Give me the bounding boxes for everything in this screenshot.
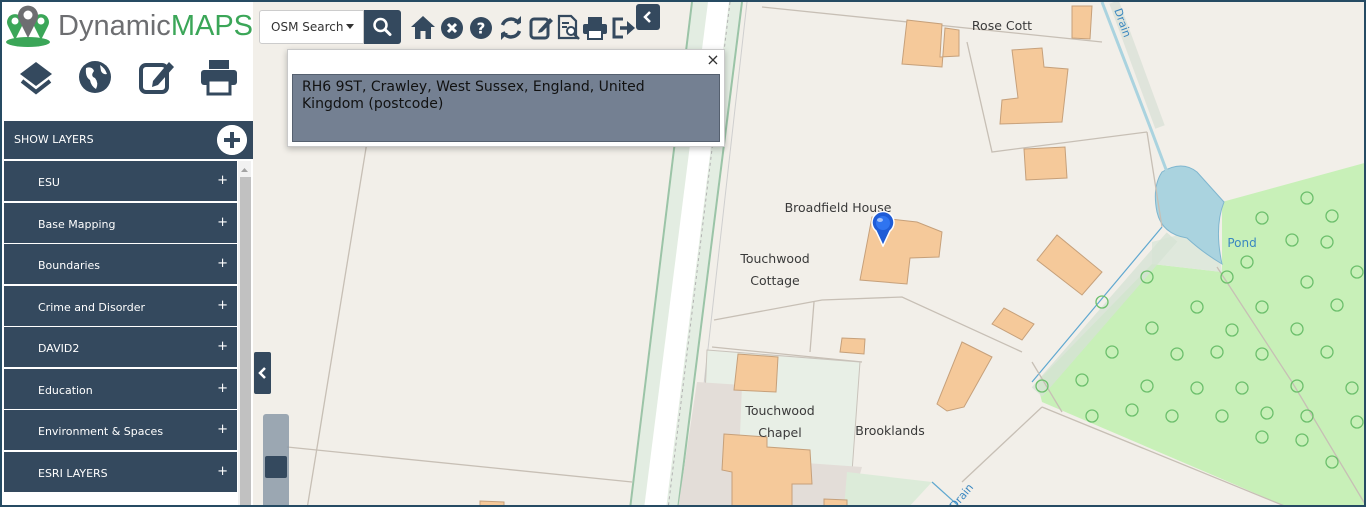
layer-label: ESU bbox=[38, 176, 60, 189]
logo-text-maps: MAPS bbox=[170, 9, 253, 42]
svg-text:?: ? bbox=[477, 20, 486, 38]
logo-text-dynamic: Dynamic bbox=[58, 9, 171, 42]
add-layer-icon[interactable] bbox=[217, 125, 247, 155]
print-icon[interactable] bbox=[582, 13, 608, 41]
collapse-sidebar-button[interactable] bbox=[254, 352, 271, 394]
refresh-icon[interactable] bbox=[498, 13, 524, 41]
map-label-rose-cott: Rose Cott bbox=[971, 18, 1033, 33]
edit-icon[interactable] bbox=[528, 13, 554, 41]
expand-icon[interactable]: + bbox=[217, 173, 228, 188]
layer-item-crime-and-disorder[interactable]: Crime and Disorder + bbox=[4, 285, 237, 326]
zoom-slider-handle[interactable] bbox=[265, 456, 287, 478]
clear-icon[interactable] bbox=[439, 13, 465, 41]
sidebar-toolbar bbox=[2, 56, 253, 108]
expand-icon[interactable]: + bbox=[217, 381, 228, 396]
layer-item-esri-layers[interactable]: ESRI LAYERS + bbox=[4, 451, 237, 492]
map-label-touchwood-chapel: Touchwood Chapel bbox=[745, 403, 815, 440]
layers-icon[interactable] bbox=[15, 56, 57, 100]
expand-icon[interactable]: + bbox=[217, 422, 228, 437]
expand-icon[interactable]: + bbox=[217, 298, 228, 313]
layer-list: ESU + Base Mapping + Boundaries + Crime and… bbox=[4, 161, 237, 493]
location-marker-icon[interactable] bbox=[871, 211, 895, 247]
sidebar: DynamicMAPS SHOW LAYERS ESU + Base Mappi… bbox=[2, 2, 253, 505]
layer-label: DAVID2 bbox=[38, 342, 80, 355]
layer-item-base-mapping[interactable]: Base Mapping + bbox=[4, 202, 237, 243]
show-layers-label: SHOW LAYERS bbox=[14, 133, 94, 146]
report-icon[interactable] bbox=[555, 13, 581, 41]
layer-item-esu[interactable]: ESU + bbox=[4, 161, 237, 201]
show-layers-header[interactable]: SHOW LAYERS bbox=[4, 121, 253, 159]
search-icon bbox=[373, 17, 392, 36]
caret-down-icon bbox=[346, 24, 354, 29]
help-icon[interactable]: ? bbox=[468, 13, 494, 41]
layer-label: Base Mapping bbox=[38, 217, 116, 231]
print-icon[interactable] bbox=[198, 56, 240, 100]
edit-icon[interactable] bbox=[136, 56, 178, 100]
expand-icon[interactable]: + bbox=[217, 339, 228, 354]
search-button[interactable] bbox=[364, 10, 401, 44]
layer-item-david2[interactable]: DAVID2 + bbox=[4, 327, 237, 367]
layer-item-education[interactable]: Education + bbox=[4, 368, 237, 409]
close-icon[interactable]: × bbox=[705, 52, 721, 69]
search-source-label: OSM Search bbox=[271, 20, 344, 34]
layer-label: Crime and Disorder bbox=[38, 300, 146, 314]
collapse-toolbar-button[interactable] bbox=[636, 4, 660, 30]
layer-label: Boundaries bbox=[38, 259, 101, 272]
map-pins-logo-icon bbox=[6, 5, 50, 47]
logout-icon[interactable] bbox=[610, 13, 636, 41]
expand-icon[interactable]: + bbox=[217, 215, 228, 230]
app-frame: Rose Cott Broadfield House Touchwood Cot… bbox=[0, 0, 1366, 507]
expand-icon[interactable]: + bbox=[217, 256, 228, 271]
map-label-pond: Pond bbox=[1227, 236, 1257, 250]
search-result-item[interactable]: RH6 9ST, Crawley, West Sussex, England, … bbox=[292, 74, 720, 142]
map-label-brooklands: Brooklands bbox=[855, 423, 925, 438]
layer-list-scrollbar[interactable] bbox=[238, 161, 251, 505]
layer-item-boundaries[interactable]: Boundaries + bbox=[4, 244, 237, 284]
search-results-popup: × RH6 9ST, Crawley, West Sussex, England… bbox=[287, 49, 725, 147]
search-box: OSM Search bbox=[259, 10, 401, 44]
map-label-touchwood-cottage: Touchwood Cottage bbox=[740, 251, 810, 288]
chevron-left-icon bbox=[258, 367, 266, 379]
chevron-left-icon bbox=[643, 11, 651, 23]
search-source-select[interactable]: OSM Search bbox=[260, 11, 364, 43]
layer-label: ESRI LAYERS bbox=[38, 466, 108, 480]
expand-icon[interactable]: + bbox=[217, 464, 228, 479]
app-name: DynamicMAPS bbox=[58, 10, 253, 43]
layer-label: Education bbox=[38, 383, 93, 397]
scroll-up-arrow-icon[interactable] bbox=[238, 165, 251, 175]
app-logo: DynamicMAPS bbox=[4, 4, 253, 48]
home-icon[interactable] bbox=[410, 13, 436, 41]
layer-label: Environment & Spaces bbox=[38, 425, 164, 438]
scrollbar-thumb[interactable] bbox=[240, 177, 251, 505]
globe-icon[interactable] bbox=[74, 56, 116, 100]
layer-item-environment-spaces[interactable]: Environment & Spaces + bbox=[4, 410, 237, 450]
